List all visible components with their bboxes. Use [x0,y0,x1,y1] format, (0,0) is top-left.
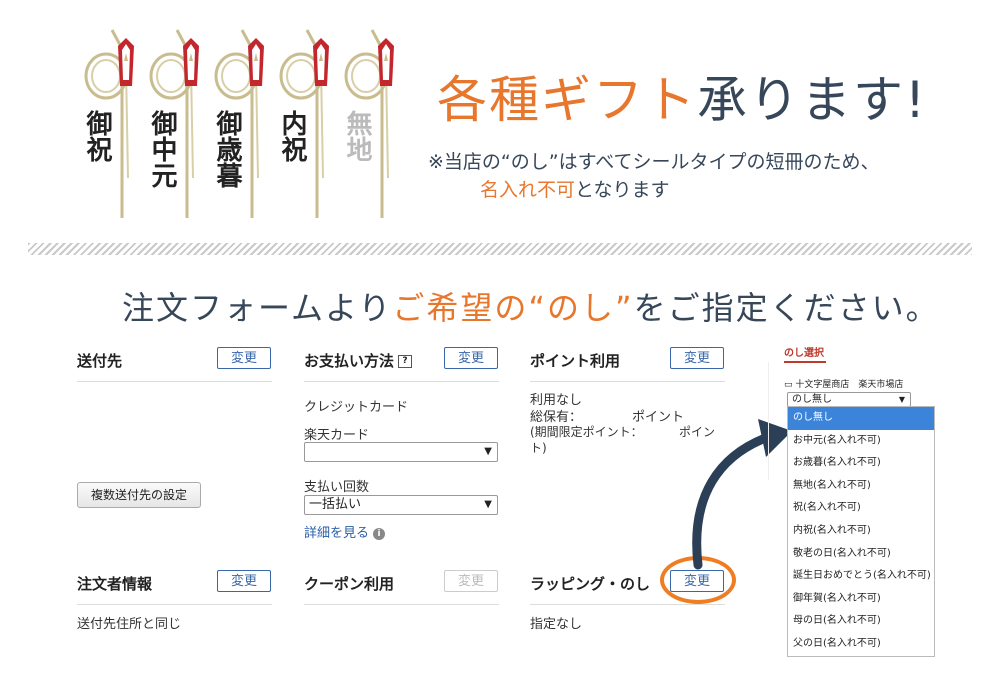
points-title: ポイント利用 [530,352,621,370]
info-icon: i [373,527,386,540]
divider [77,604,272,605]
subheading-dark-1: 注文フォームより [122,289,393,327]
wrapping-title: ラッピング・のし [530,575,651,593]
noshi-label: 御祝 [82,110,112,162]
orderer-change-button[interactable]: 変更 [217,570,271,592]
noshi-option[interactable]: 内祝(名入れ不可) [788,520,934,543]
installments-label: 支払い回数 [304,480,370,495]
noshi-illustration-goshuku: 御祝 [82,28,142,223]
noshi-tab[interactable]: のし選択 [784,344,826,363]
multi-destination-button[interactable]: 複数送付先の設定 [77,482,201,508]
noshi-illustration-ochugen: 御中元 [147,28,207,223]
noshi-option[interactable]: 誕生日おめでとう(名入れ不可) [788,565,934,588]
points-limited-close: ト) [530,441,547,455]
headline-orange: 各種ギフト [437,71,697,129]
orderer-title: 注文者情報 [77,575,153,593]
payment-method: クレジットカード [304,400,409,415]
installments-select[interactable]: 一括払い ▼ [304,495,498,515]
card-select[interactable]: ▼ [304,442,498,462]
divider [304,604,499,605]
noshi-label: 内祝 [277,110,307,162]
noshi-illustration-oseibo: 御歳暮 [212,28,272,223]
divider [530,604,725,605]
wrapping-value: 指定なし [530,617,583,632]
noshi-label: 御歳暮 [212,110,242,188]
dropdown-arrow-icon: ▼ [484,446,492,457]
panel-border [768,362,769,480]
shop-row: ▭ 十文字屋商店 楽天市場店 [784,377,903,390]
divider [530,381,725,382]
headline-dark: 承ります! [697,71,928,129]
noshi-option[interactable]: お中元(名入れ不可) [788,430,934,453]
payment-title: お支払い方法? [304,350,413,371]
note-orange: 名入れ不可 [480,179,576,201]
shipping-change-button[interactable]: 変更 [217,347,271,369]
dropdown-arrow-icon: ▼ [484,499,492,510]
note-line-1: ※当店の“のし”はすべてシールタイプの短冊のため、 [428,151,880,173]
headline: 各種ギフト承ります! [437,60,927,132]
details-link[interactable]: 詳細を見る i [304,522,386,541]
shipping-title: 送付先 [77,352,123,370]
noshi-option[interactable]: 無地(名入れ不可) [788,475,934,498]
noshi-option[interactable]: 敬老の日(名入れ不可) [788,543,934,566]
subheading: 注文フォームよりご希望の“のし”をご指定ください。 [122,283,940,329]
shop-icon: ▭ [784,380,793,390]
installments-select-value: 一括払い [309,497,362,512]
note-line-2: 名入れ不可となります [480,175,669,202]
dropdown-arrow-icon: ▼ [898,395,905,404]
noshi-illustration-muji: 無地 [342,28,402,223]
noshi-options-list: のし無し お中元(名入れ不可) お歳暮(名入れ不可) 無地(名入れ不可) 祝(名… [787,406,935,657]
subheading-orange: ご希望の“のし” [392,289,634,327]
card-label: 楽天カード [304,428,370,443]
noshi-option[interactable]: 父の日(名入れ不可) [788,633,934,656]
help-icon[interactable]: ? [398,355,413,368]
coupon-title: クーポン利用 [304,575,395,593]
noshi-option[interactable]: 母の日(名入れ不可) [788,610,934,633]
noshi-option[interactable]: のし無し [788,407,934,430]
noshi-option[interactable]: お歳暮(名入れ不可) [788,452,934,475]
subheading-dark-2: をご指定ください。 [633,289,940,327]
points-change-button[interactable]: 変更 [670,347,724,369]
noshi-illustration-uchiiwai: 内祝 [277,28,337,223]
noshi-select[interactable]: のし無し ▼ [787,392,911,407]
points-limited-label: (期間限定ポイント： [530,425,643,439]
note-dark: となります [575,179,670,201]
noshi-option[interactable]: 御年賀(名入れ不可) [788,588,934,611]
details-link-text[interactable]: 詳細を見る [304,526,369,541]
coupon-change-button[interactable]: 変更 [444,570,498,592]
divider [77,381,272,382]
orderer-value: 送付先住所と同じ [77,617,182,632]
noshi-select-value: のし無し [792,394,832,405]
noshi-label: 無地 [342,110,372,162]
striped-divider [28,243,972,255]
noshi-label: 御中元 [147,110,177,188]
shop-label: 十文字屋商店 楽天市場店 [795,380,904,390]
payment-title-text: お支払い方法 [304,352,395,370]
divider [304,381,499,382]
payment-change-button[interactable]: 変更 [444,347,498,369]
curved-arrow-icon [692,419,792,570]
noshi-option[interactable]: 祝(名入れ不可) [788,497,934,520]
